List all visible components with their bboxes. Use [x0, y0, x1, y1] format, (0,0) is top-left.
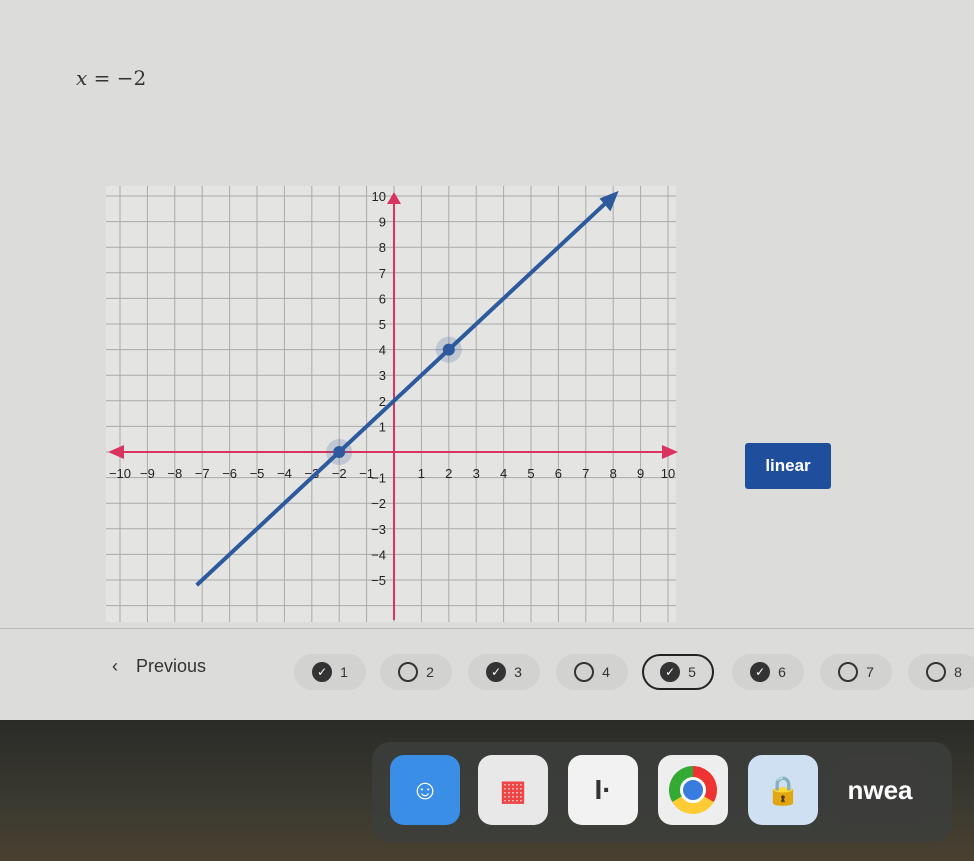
check-circle-icon: ✓: [312, 662, 333, 682]
divider: [0, 628, 974, 629]
x-tick-label: 5: [527, 466, 534, 481]
question-number: 4: [602, 664, 610, 680]
x-tick-label: 4: [500, 466, 507, 481]
question-number: 2: [426, 664, 434, 680]
y-tick-label: −4: [371, 547, 386, 562]
question-1-button[interactable]: ✓ 1: [294, 654, 366, 690]
x-tick-label: 1: [418, 466, 425, 481]
question-2-button[interactable]: 2: [380, 654, 452, 690]
y-tick-label: 2: [379, 394, 386, 409]
question-number: 1: [340, 664, 348, 680]
empty-circle-icon: [838, 662, 859, 682]
plotted-point: [333, 446, 346, 458]
question-8-button[interactable]: 8: [908, 654, 974, 690]
nwea-icon[interactable]: nwea: [836, 755, 924, 825]
x-tick-label: 7: [582, 466, 589, 481]
y-tick-label: 6: [379, 291, 386, 306]
previous-button[interactable]: ‹ Previous: [112, 656, 224, 677]
question-number: 8: [954, 664, 962, 680]
empty-circle-icon: [574, 662, 595, 682]
y-tick-label: 1: [379, 419, 386, 434]
x-tick-label: −5: [250, 466, 265, 481]
question-7-button[interactable]: 7: [820, 654, 892, 690]
x-tick-label: −6: [222, 466, 237, 481]
x-tick-label: 8: [610, 466, 617, 481]
y-tick-label: 3: [379, 368, 386, 383]
x-tick-label: 3: [473, 466, 480, 481]
empty-circle-icon: [398, 662, 419, 682]
chevron-left-icon: ‹: [112, 656, 118, 676]
question-3-button[interactable]: ✓ 3: [468, 654, 540, 690]
question-4-button[interactable]: 4: [556, 654, 628, 690]
linear-button[interactable]: linear: [745, 443, 831, 489]
question-number: 6: [778, 664, 786, 680]
question-number: 3: [514, 664, 522, 680]
x-tick-label: −4: [277, 466, 292, 481]
check-circle-icon: ✓: [660, 662, 681, 682]
coordinate-graph[interactable]: −10 −9 −8 −7 −6 −5 −4 −3 −2 −1 1 2 3 4 5 6 7 8 9 10−5−4−3−2…: [0, 0, 974, 640]
x-tick-label: 2: [445, 466, 452, 481]
x-tick-label: −2: [332, 466, 347, 481]
check-circle-icon: ✓: [750, 662, 771, 682]
x-tick-label: −9: [140, 466, 155, 481]
y-tick-label: −1: [371, 471, 386, 486]
check-circle-icon: ✓: [486, 662, 507, 682]
y-tick-label: 10: [372, 189, 386, 204]
x-tick-label: 9: [637, 466, 644, 481]
x-tick-label: −7: [195, 466, 210, 481]
x-tick-label: 10: [661, 466, 675, 481]
y-tick-label: −2: [371, 496, 386, 511]
question-number: 7: [866, 664, 874, 680]
y-tick-label: 7: [379, 266, 386, 281]
y-tick-label: −3: [371, 522, 386, 537]
y-tick-label: 5: [379, 317, 386, 332]
screen: x = −2 −10 −9 −8 −7 −6 −5 −4 −3 −2 −1 1 2 3 4 5 6 7 8 9 10−…: [0, 0, 974, 720]
x-tick-label: −8: [167, 466, 182, 481]
y-tick-label: −5: [371, 573, 386, 588]
y-tick-label: 9: [379, 215, 386, 230]
app-icon[interactable]: I·: [568, 755, 638, 825]
y-tick-label: 4: [379, 343, 386, 358]
x-tick-label: 6: [555, 466, 562, 481]
plotted-point: [442, 343, 455, 356]
question-6-button[interactable]: ✓ 6: [732, 654, 804, 690]
question-5-button[interactable]: ✓ 5: [642, 654, 714, 690]
y-tick-label: 8: [379, 240, 386, 255]
question-number: 5: [688, 664, 696, 680]
chrome-icon[interactable]: [658, 755, 728, 825]
notes-lock-icon[interactable]: 🔒: [748, 755, 818, 825]
empty-circle-icon: [926, 662, 947, 682]
previous-label: Previous: [136, 656, 207, 676]
x-tick-label: −10: [109, 466, 131, 481]
finder-icon[interactable]: ☺: [390, 755, 460, 825]
launchpad-icon[interactable]: ▦: [478, 755, 548, 825]
